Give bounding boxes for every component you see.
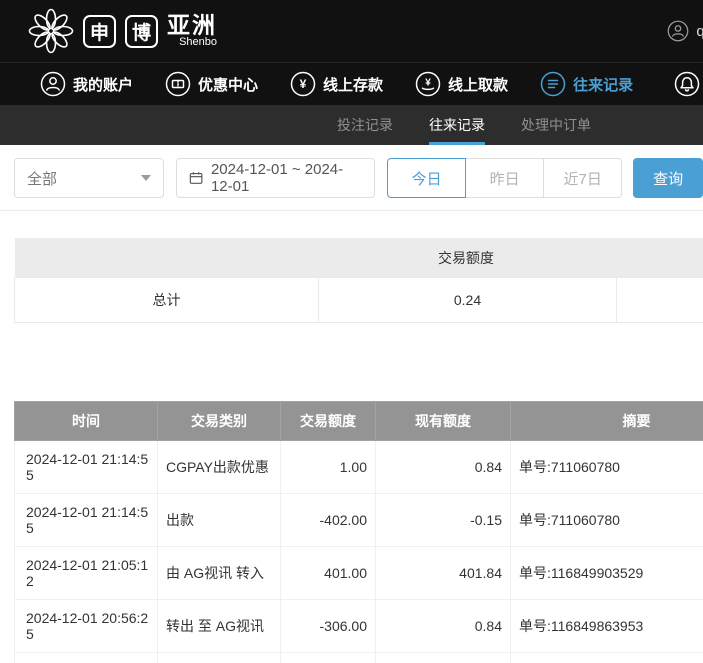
user-icon bbox=[40, 71, 66, 97]
nav-item-withdraw[interactable]: ¥ 线上取款 bbox=[415, 71, 508, 97]
records-icon bbox=[540, 71, 566, 97]
table-row: 2024-12-01 20:56:18CGPAY-CG钱包支付笔笔送优惠1.80… bbox=[15, 653, 703, 663]
nav-label: 线上取款 bbox=[448, 74, 508, 95]
table-cell: 401.00 bbox=[281, 547, 376, 600]
tab-transaction-records[interactable]: 往来记录 bbox=[429, 105, 485, 145]
page: 申 博 亚洲 Shenbo qh 我的账户 bbox=[0, 0, 703, 663]
withdraw-coin-icon: ¥ bbox=[415, 71, 441, 97]
deposit-coin-icon: ¥ bbox=[290, 71, 316, 97]
table-cell: 1.80 bbox=[281, 653, 376, 663]
brand-subtitle: Shenbo bbox=[167, 37, 217, 49]
bell-icon bbox=[674, 71, 700, 97]
table-cell: 2024-12-01 21:14:55 bbox=[15, 494, 158, 547]
nav-item-promotions[interactable]: 优惠中心 bbox=[165, 71, 258, 97]
nav-label: 往来记录 bbox=[573, 74, 633, 95]
table-cell: 单号:711060780 bbox=[511, 441, 703, 494]
table-cell: CGPAY出款优惠 bbox=[158, 441, 281, 494]
quick-range-yesterday[interactable]: 昨日 bbox=[465, 158, 544, 198]
col-header-summary: 摘要 bbox=[511, 402, 703, 441]
sub-nav: 投注记录 往来记录 处理中订单 bbox=[0, 105, 703, 145]
logo-char-box: 博 bbox=[125, 15, 158, 48]
table-cell: 2024-12-01 20:56:18 bbox=[15, 653, 158, 663]
date-range-value: 2024-12-01 ~ 2024-12-01 bbox=[211, 161, 362, 195]
table-cell: 0.84 bbox=[376, 441, 511, 494]
brand-logo: 申 博 亚洲 Shenbo bbox=[28, 8, 217, 54]
table-cell: 转出 至 AG视讯 bbox=[158, 600, 281, 653]
transactions-table: 时间 交易类别 交易额度 现有额度 摘要 2024-12-01 21:14:55… bbox=[14, 401, 703, 663]
logo-char-box: 申 bbox=[83, 15, 116, 48]
nav-label: 我的账户 bbox=[73, 74, 133, 95]
notifications-button[interactable] bbox=[674, 71, 700, 97]
tab-betting-records[interactable]: 投注记录 bbox=[337, 105, 393, 145]
summary-total-row: 总计 0.24 bbox=[15, 278, 703, 323]
type-filter-value: 全部 bbox=[27, 168, 57, 189]
flower-logo-icon bbox=[28, 8, 74, 54]
top-bar: 申 博 亚洲 Shenbo qh bbox=[0, 0, 703, 62]
quick-range-last7days[interactable]: 近7日 bbox=[543, 158, 622, 198]
table-row: 2024-12-01 20:56:25转出 至 AG视讯-306.000.84单… bbox=[15, 600, 703, 653]
table-row: 2024-12-01 21:14:55CGPAY出款优惠1.000.84单号:7… bbox=[15, 441, 703, 494]
summary-total-value: 0.24 bbox=[319, 278, 617, 323]
table-cell: 1.00 bbox=[281, 441, 376, 494]
col-header-time: 时间 bbox=[15, 402, 158, 441]
brand-region: 亚洲 bbox=[167, 13, 217, 37]
brand-text: 亚洲 Shenbo bbox=[167, 13, 217, 49]
summary-table: 交易额度 总计 0.24 bbox=[14, 238, 703, 323]
nav-label: 优惠中心 bbox=[198, 74, 258, 95]
date-range-input[interactable]: 2024-12-01 ~ 2024-12-01 bbox=[176, 158, 375, 198]
transactions-tbody: 2024-12-01 21:14:55CGPAY出款优惠1.000.84单号:7… bbox=[15, 441, 703, 663]
table-cell: 由 AG视讯 转入 bbox=[158, 547, 281, 600]
summary-empty-cell bbox=[617, 278, 703, 323]
avatar-icon bbox=[667, 20, 689, 42]
chevron-down-icon bbox=[141, 175, 151, 181]
summary-header: 交易额度 bbox=[15, 238, 703, 278]
search-button[interactable]: 查询 bbox=[633, 158, 703, 198]
ticket-icon bbox=[165, 71, 191, 97]
table-cell: -402.00 bbox=[281, 494, 376, 547]
table-cell: 出款 bbox=[158, 494, 281, 547]
table-row: 2024-12-01 21:05:12由 AG视讯 转入401.00401.84… bbox=[15, 547, 703, 600]
svg-text:¥: ¥ bbox=[425, 78, 431, 89]
user-account[interactable]: qh bbox=[667, 0, 703, 62]
quick-range-today[interactable]: 今日 bbox=[387, 158, 466, 198]
svg-text:¥: ¥ bbox=[300, 77, 307, 91]
table-row: 2024-12-01 21:14:55出款-402.00-0.15单号:7110… bbox=[15, 494, 703, 547]
table-cell: 单号:202412023797377007 bbox=[511, 653, 703, 663]
summary-header-row: 交易额度 bbox=[15, 238, 703, 278]
nav-item-my-account[interactable]: 我的账户 bbox=[40, 71, 133, 97]
table-cell: 0.84 bbox=[376, 600, 511, 653]
table-cell: -306.00 bbox=[281, 600, 376, 653]
table-cell: 2024-12-01 20:56:25 bbox=[15, 600, 158, 653]
table-cell: CGPAY-CG钱包支付笔笔送优惠 bbox=[158, 653, 281, 663]
table-header-row: 时间 交易类别 交易额度 现有额度 摘要 bbox=[15, 402, 703, 441]
main-nav: 我的账户 优惠中心 ¥ 线上存款 ¥ 线上取款 bbox=[0, 62, 703, 105]
quick-range-group: 今日 昨日 近7日 bbox=[387, 158, 622, 198]
table-cell: 单号:116849903529 bbox=[511, 547, 703, 600]
col-header-amount: 交易额度 bbox=[281, 402, 376, 441]
username: qh bbox=[696, 23, 703, 40]
nav-item-deposit[interactable]: ¥ 线上存款 bbox=[290, 71, 383, 97]
nav-label: 线上存款 bbox=[323, 74, 383, 95]
table-cell: 306.84 bbox=[376, 653, 511, 663]
filter-bar: 全部 2024-12-01 ~ 2024-12-01 今日 昨日 近7日 查询 bbox=[0, 145, 703, 211]
summary-total-label: 总计 bbox=[15, 278, 319, 323]
nav-item-records[interactable]: 往来记录 bbox=[540, 71, 633, 97]
table-cell: 401.84 bbox=[376, 547, 511, 600]
col-header-type: 交易类别 bbox=[158, 402, 281, 441]
table-cell: 单号:711060780 bbox=[511, 494, 703, 547]
table-cell: -0.15 bbox=[376, 494, 511, 547]
type-filter-select[interactable]: 全部 bbox=[14, 158, 164, 198]
tab-processing-orders[interactable]: 处理中订单 bbox=[521, 105, 591, 145]
table-cell: 单号:116849863953 bbox=[511, 600, 703, 653]
table-cell: 2024-12-01 21:14:55 bbox=[15, 441, 158, 494]
calendar-icon bbox=[189, 170, 203, 186]
table-cell: 2024-12-01 21:05:12 bbox=[15, 547, 158, 600]
col-header-balance: 现有额度 bbox=[376, 402, 511, 441]
